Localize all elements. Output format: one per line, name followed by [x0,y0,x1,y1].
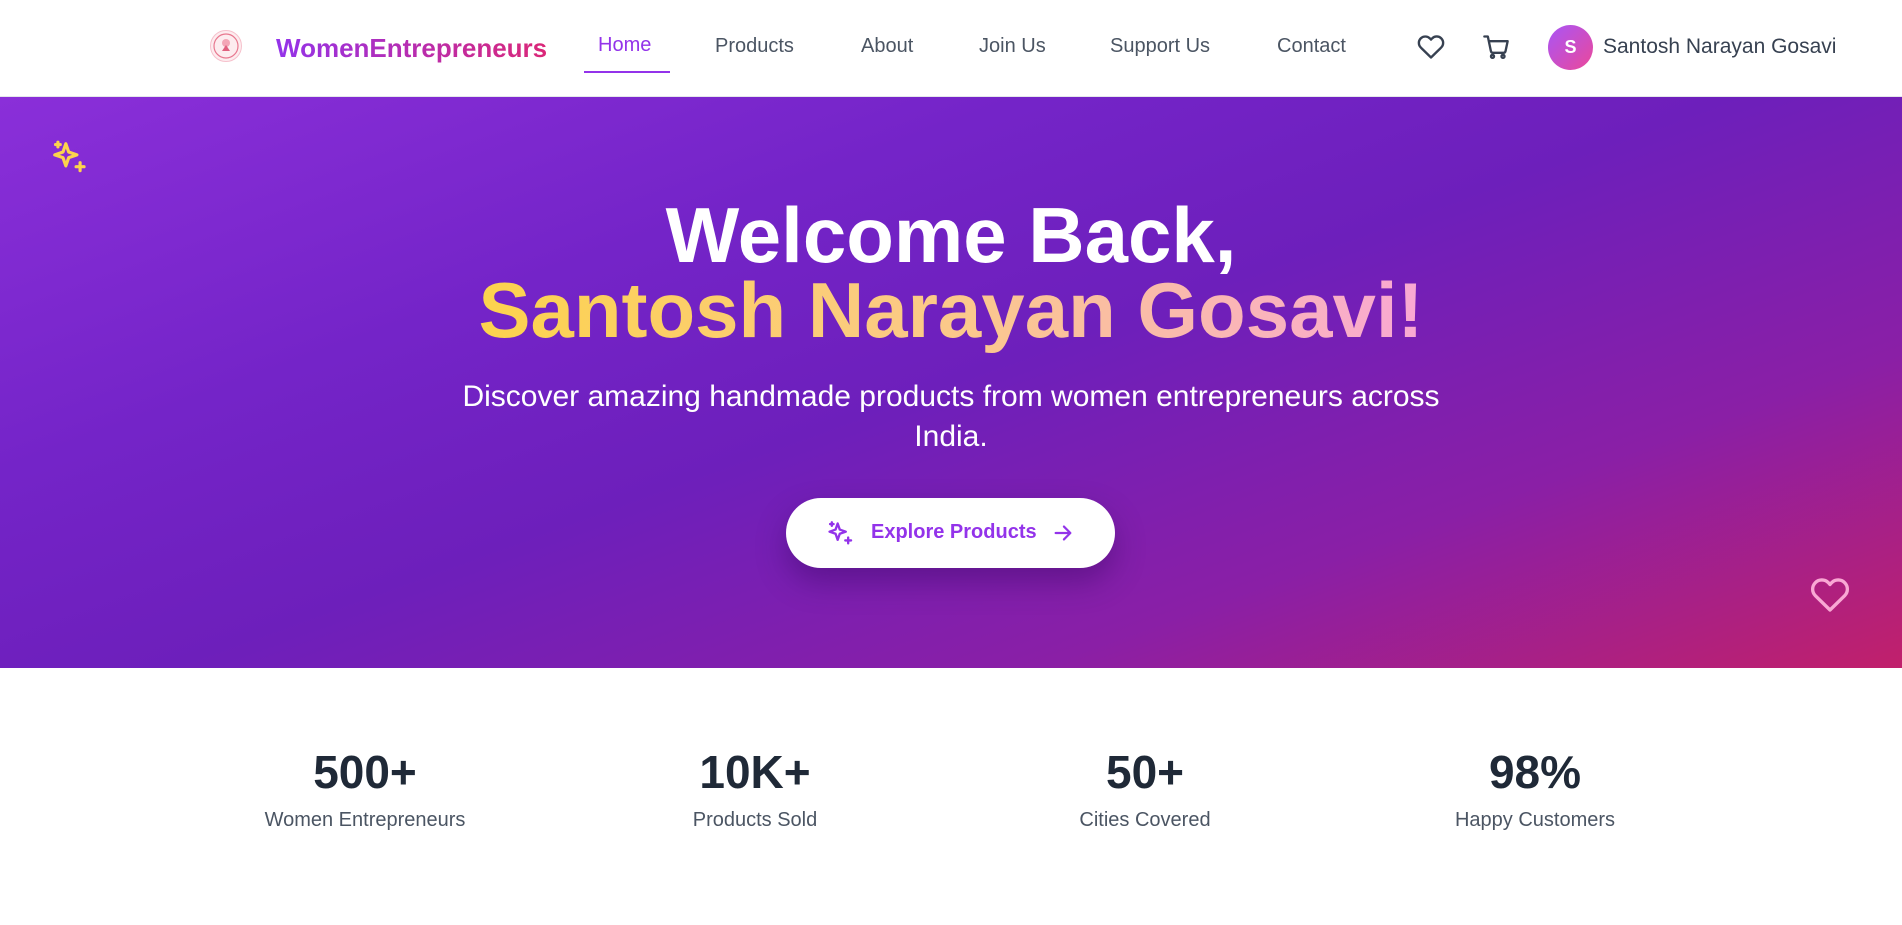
explore-products-button[interactable]: Explore Products [786,498,1115,568]
brand-name[interactable]: WomenEntrepreneurs [276,33,547,64]
user-name[interactable]: Santosh Narayan Gosavi [1603,35,1836,59]
stat-women-entrepreneurs: 500+ Women Entrepreneurs [215,745,515,832]
hero-title-user-name-text: Santosh Narayan Gosavi! [478,266,1424,354]
stat-value: 500+ [313,746,417,798]
arrow-right-icon [1052,522,1074,544]
stat-label: Cities Covered [1079,809,1211,831]
user-avatar[interactable]: S [1548,25,1593,70]
nav-products[interactable]: Products [715,35,794,58]
navbar: WomenEntrepreneurs Home Products About J… [0,0,1902,97]
stat-label: Products Sold [692,809,818,831]
brand-logo[interactable] [210,30,242,62]
hero-title-user-name: Santosh Narayan Gosavi! [0,269,1902,351]
nav-support-us[interactable]: Support Us [1110,35,1210,58]
nav-active-underline [584,71,670,73]
stat-products-sold: 10K+ Products Sold [605,745,905,832]
stat-label: Happy Customers [1454,809,1616,831]
cart-icon[interactable] [1482,33,1510,61]
stat-label: Women Entrepreneurs [264,809,466,831]
explore-products-label: Explore Products [871,521,1037,543]
stat-value: 50+ [1105,746,1185,798]
stat-happy-customers: 98% Happy Customers [1385,745,1685,832]
nav-about[interactable]: About [861,35,913,58]
hero-title-greeting: Welcome Back, [665,191,1237,279]
stat-value: 10K+ [699,746,811,798]
sparkles-icon [50,139,88,177]
stat-value: 98% [1488,746,1582,798]
nav-home[interactable]: Home [598,34,651,57]
stat-cities-covered: 50+ Cities Covered [995,745,1295,832]
nav-contact[interactable]: Contact [1277,35,1346,58]
sparkles-icon [826,520,854,548]
wishlist-heart-icon[interactable] [1417,33,1445,61]
hero-section: Welcome Back, Santosh Narayan Gosavi! Di… [0,97,1902,668]
nav-join-us[interactable]: Join Us [979,35,1046,58]
heart-icon [1810,575,1850,615]
hero-subtitle: Discover amazing handmade products from … [462,380,1440,453]
